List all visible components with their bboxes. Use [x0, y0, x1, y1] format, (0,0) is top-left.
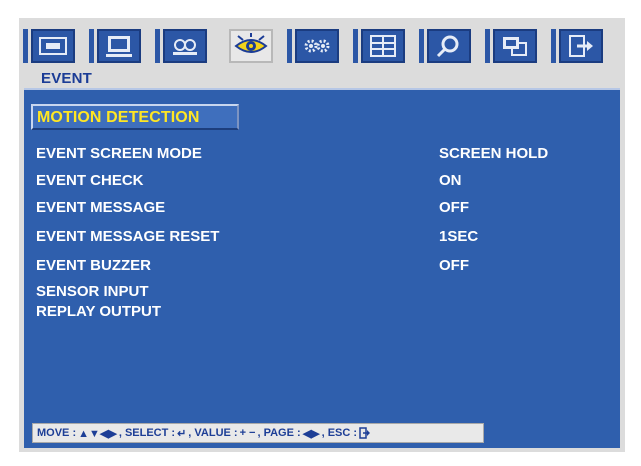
page-title: EVENT — [41, 70, 93, 87]
menu-item-label: EVENT SCREEN MODE — [36, 145, 202, 162]
event-eye-icon — [234, 33, 268, 53]
tab-box — [31, 29, 75, 63]
esc-help-label: , ESC : — [321, 427, 358, 439]
menu-item-label: SENSOR INPUT — [36, 283, 149, 300]
menu-row-sensor-input[interactable]: SENSOR INPUT — [36, 283, 606, 305]
osd-menu-window: EVENT MOTION DETECTION EVENT SCREEN MODE… — [19, 18, 625, 452]
menu-item-value[interactable]: SCREEN HOLD — [439, 145, 548, 162]
tab-search[interactable] — [419, 26, 471, 64]
tab-event[interactable] — [221, 26, 273, 64]
tab-bar — [23, 29, 28, 63]
tab-box — [559, 29, 603, 63]
tab-box — [97, 29, 141, 63]
menu-item-value[interactable]: OFF — [439, 257, 469, 274]
exit-icon — [359, 427, 371, 439]
tab-audio[interactable] — [155, 26, 207, 64]
tab-exit[interactable] — [551, 26, 603, 64]
page-help-label: , PAGE : — [257, 427, 301, 439]
menu-item-label: EVENT MESSAGE RESET — [36, 228, 220, 245]
tab-box — [361, 29, 405, 63]
tab-box — [493, 29, 537, 63]
network-icon — [503, 37, 527, 56]
tab-box — [427, 29, 471, 63]
tab-screen[interactable] — [89, 26, 141, 64]
menu-item-label: EVENT CHECK — [36, 172, 144, 189]
key-help-bar: MOVE : ▲▼◀▶ , SELECT : ↵ , VALUE : + − ,… — [32, 423, 484, 443]
tab-bar — [353, 29, 358, 63]
tab-layout[interactable] — [353, 26, 405, 64]
menu-row-event-screen-mode[interactable]: EVENT SCREEN MODE SCREEN HOLD — [36, 145, 606, 167]
event-settings-panel: MOTION DETECTION EVENT SCREEN MODE SCREE… — [24, 88, 620, 448]
section-tab-motion-detection[interactable]: MOTION DETECTION — [31, 104, 239, 130]
menu-row-event-message[interactable]: EVENT MESSAGE OFF — [36, 199, 606, 221]
menu-item-value[interactable]: ON — [439, 172, 462, 189]
tab-box — [229, 29, 273, 63]
search-magnifier-icon — [436, 35, 459, 58]
menu-row-event-message-reset[interactable]: EVENT MESSAGE RESET 1SEC — [36, 228, 606, 250]
audio-icon — [173, 39, 197, 55]
menu-item-label: REPLAY OUTPUT — [36, 303, 162, 320]
layout-icon — [370, 35, 396, 57]
plus-minus-icon: + − — [239, 427, 256, 439]
enter-key-icon: ↵ — [177, 427, 187, 440]
left-right-arrow-icon: ◀▶ — [302, 427, 320, 440]
tab-bar — [89, 29, 94, 63]
menu-item-label: EVENT BUZZER — [36, 257, 152, 274]
settings-gears-icon — [304, 39, 330, 53]
menu-row-replay-output[interactable]: REPLAY OUTPUT — [36, 303, 606, 325]
move-help-label: MOVE : — [37, 427, 77, 439]
menu-item-value[interactable]: OFF — [439, 199, 469, 216]
menu-item-value[interactable]: 1SEC — [439, 228, 478, 245]
section-label: MOTION DETECTION — [37, 109, 200, 126]
arrow-keys-icon: ▲▼◀▶ — [78, 427, 117, 440]
tab-box — [295, 29, 339, 63]
tab-box — [163, 29, 207, 63]
tab-bar — [419, 29, 424, 63]
menu-row-event-check[interactable]: EVENT CHECK ON — [36, 172, 606, 194]
tab-bar — [485, 29, 490, 63]
screen-icon — [106, 36, 132, 57]
tab-picture[interactable] — [23, 26, 75, 64]
tab-network[interactable] — [485, 26, 537, 64]
tab-bar — [287, 29, 292, 63]
tab-bar — [155, 29, 160, 63]
menu-row-event-buzzer[interactable]: EVENT BUZZER OFF — [36, 257, 606, 279]
menu-item-label: EVENT MESSAGE — [36, 199, 166, 216]
menu-icon-bar — [19, 18, 625, 70]
select-help-label: , SELECT : — [118, 427, 176, 439]
picture-icon — [39, 37, 67, 55]
tab-bar — [551, 29, 556, 63]
exit-icon — [569, 35, 593, 57]
value-help-label: , VALUE : — [188, 427, 238, 439]
tab-settings[interactable] — [287, 26, 339, 64]
